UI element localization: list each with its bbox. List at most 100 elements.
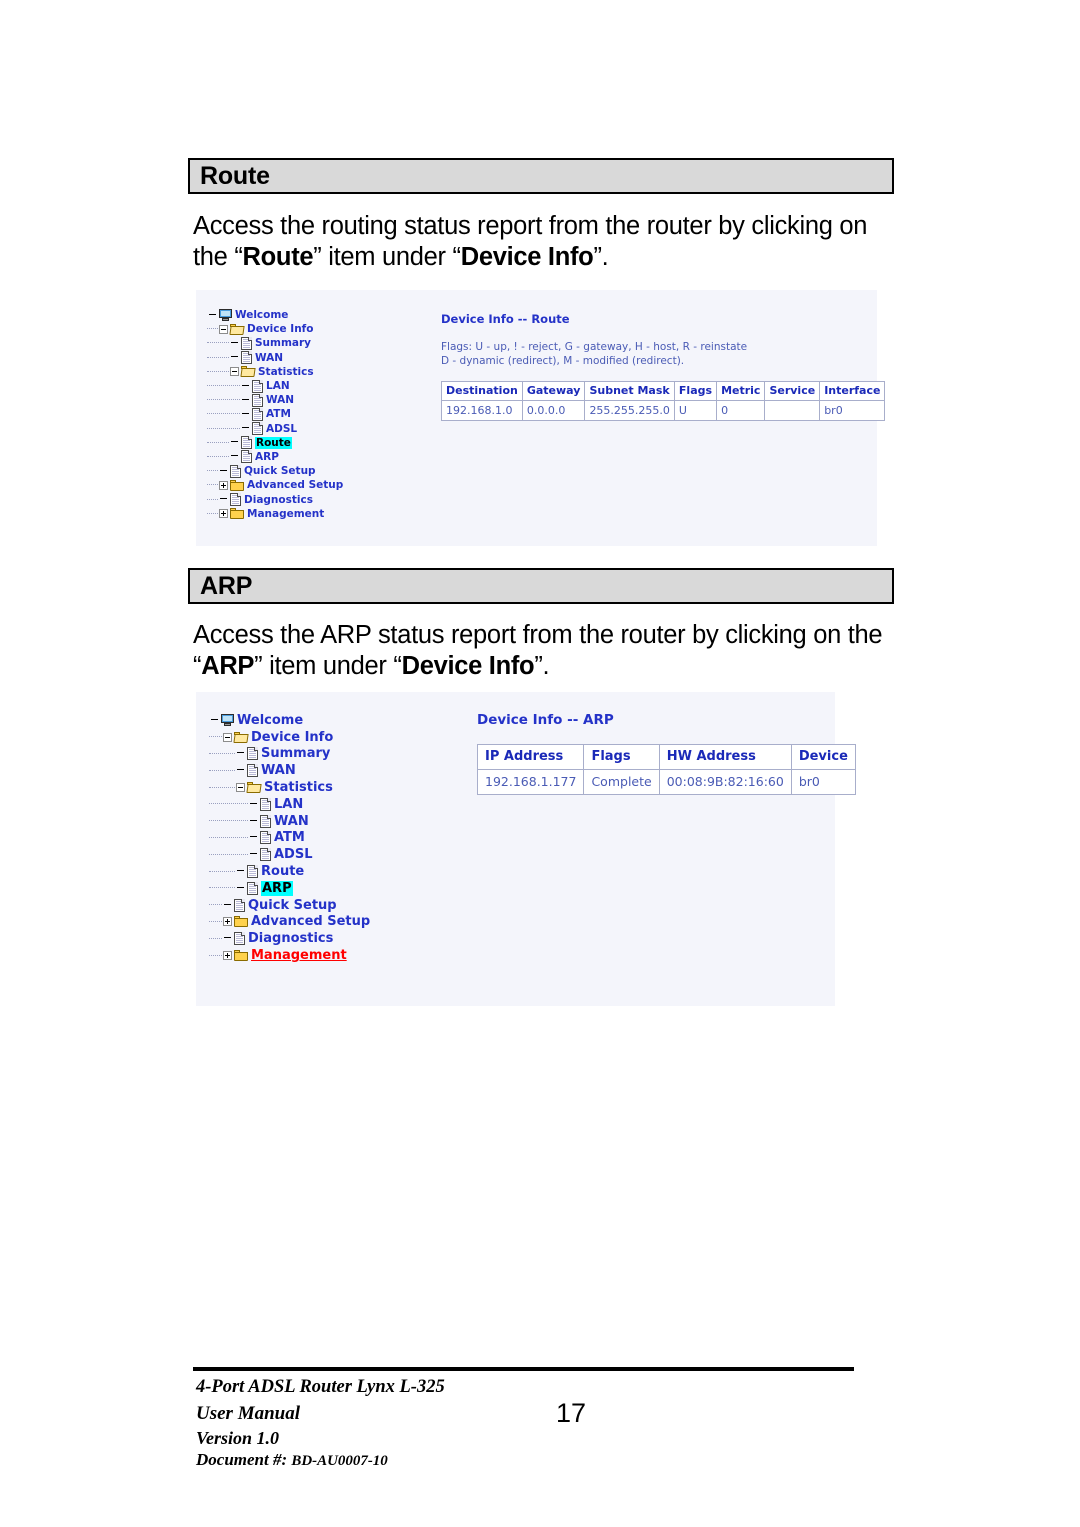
tree-item-label[interactable]: Device Info xyxy=(251,730,333,745)
tree-spacer xyxy=(230,353,239,362)
tree-spacer xyxy=(249,850,258,859)
tree-item-lan[interactable]: LAN xyxy=(209,796,370,813)
tree-item-label[interactable]: Route xyxy=(261,864,304,879)
tree-item-label[interactable]: WAN xyxy=(255,352,283,364)
tree-item-label[interactable]: Quick Setup xyxy=(248,898,337,913)
tree-item-quick-setup[interactable]: Quick Setup xyxy=(207,464,343,478)
tree-spacer xyxy=(249,833,258,842)
tree-item-welcome[interactable]: Welcome xyxy=(207,308,343,322)
tree-item-management[interactable]: Management xyxy=(207,507,343,521)
tree-item-label[interactable]: LAN xyxy=(266,380,290,392)
page-icon xyxy=(241,450,252,464)
tree-item-welcome[interactable]: Welcome xyxy=(209,712,370,729)
folder-open-icon xyxy=(240,366,256,378)
navigation-tree-arp[interactable]: Welcome Device Info Summary WAN Statistics LA… xyxy=(209,712,370,964)
tree-item-label[interactable]: WAN xyxy=(274,814,309,829)
tree-item-label[interactable]: Device Info xyxy=(247,323,313,335)
paragraph-bold-route: Route xyxy=(242,243,314,271)
expand-icon[interactable] xyxy=(219,480,228,490)
tree-item-label[interactable]: Welcome xyxy=(235,309,288,321)
tree-indent xyxy=(209,954,222,957)
tree-item-label[interactable]: Advanced Setup xyxy=(251,914,370,929)
collapse-icon[interactable] xyxy=(236,783,245,793)
tree-item-label[interactable]: Management xyxy=(251,948,347,963)
tree-item-statistics[interactable]: Statistics xyxy=(207,365,343,379)
tree-item-route[interactable]: Route xyxy=(209,863,370,880)
tree-item-device-info[interactable]: Device Info xyxy=(207,322,343,336)
tree-item-label[interactable]: Quick Setup xyxy=(244,465,316,477)
tree-item-label[interactable]: Statistics xyxy=(258,366,314,378)
expand-icon[interactable] xyxy=(223,917,232,927)
tree-item-label[interactable]: Welcome xyxy=(237,713,303,728)
tree-item-quick-setup[interactable]: Quick Setup xyxy=(209,897,370,914)
tree-item-arp[interactable]: ARP xyxy=(207,450,343,464)
column-header: Gateway xyxy=(521,381,586,401)
tree-item-summary[interactable]: Summary xyxy=(209,746,370,763)
expand-icon[interactable] xyxy=(223,951,232,961)
collapse-icon[interactable] xyxy=(223,732,232,742)
table-body: 192.168.1.0 0.0.0.0 255.255.255.0 U 0 br0 xyxy=(441,400,886,421)
tree-indent xyxy=(207,498,218,501)
tree-item-label[interactable]: WAN xyxy=(266,394,294,406)
navigation-tree-route[interactable]: Welcome Device Info Summary WAN Statistics LA… xyxy=(207,308,343,521)
footer-doc-type: User Manual xyxy=(196,1403,300,1424)
tree-indent xyxy=(209,820,248,822)
tree-item-wan[interactable]: WAN xyxy=(209,813,370,830)
tree-item-wan[interactable]: WAN xyxy=(207,351,343,365)
tree-spacer xyxy=(230,339,239,348)
tree-item-device-info[interactable]: Device Info xyxy=(209,729,370,746)
paragraph-text-post: ”. xyxy=(534,652,550,680)
tree-item-label[interactable]: ARP xyxy=(255,451,279,463)
tree-item-label[interactable]: Summary xyxy=(261,746,330,761)
tree-item-label[interactable]: Management xyxy=(247,508,324,520)
tree-item-label[interactable]: Diagnostics xyxy=(248,931,333,946)
table-row: 192.168.1.177 Complete 00:08:9B:82:16:60 br… xyxy=(476,769,856,795)
tree-item-advanced-setup[interactable]: Advanced Setup xyxy=(207,478,343,492)
tree-item-label[interactable]: ATM xyxy=(274,830,305,845)
page-icon xyxy=(252,393,263,407)
tree-item-adsl[interactable]: ADSL xyxy=(207,422,343,436)
tree-item-diagnostics[interactable]: Diagnostics xyxy=(207,492,343,507)
flags-legend: Flags: U - up, ! - reject, G - gateway, … xyxy=(441,340,885,368)
tree-item-label[interactable]: ATM xyxy=(266,408,291,420)
folder-open-icon xyxy=(233,731,249,743)
tree-item-management[interactable]: Management xyxy=(209,947,370,964)
expand-icon[interactable] xyxy=(219,509,228,519)
tree-item-adsl[interactable]: ADSL xyxy=(209,846,370,863)
table-row: 192.168.1.0 0.0.0.0 255.255.255.0 U 0 br0 xyxy=(441,400,886,421)
tree-item-wan[interactable]: WAN xyxy=(207,393,343,407)
tree-item-label[interactable]: ADSL xyxy=(274,847,313,862)
tree-item-label[interactable]: ADSL xyxy=(266,423,297,435)
flags-legend-line-1: Flags: U - up, ! - reject, G - gateway, … xyxy=(441,341,748,353)
tree-item-arp[interactable]: ARP xyxy=(209,880,370,897)
tree-indent xyxy=(209,920,222,923)
tree-item-diagnostics[interactable]: Diagnostics xyxy=(209,930,370,947)
tree-item-label[interactable]: ARP xyxy=(261,880,293,896)
tree-item-summary[interactable]: Summary xyxy=(207,336,343,350)
collapse-icon[interactable] xyxy=(219,324,228,334)
tree-item-atm[interactable]: ATM xyxy=(209,830,370,847)
tree-item-wan[interactable]: WAN xyxy=(209,762,370,779)
tree-item-label[interactable]: Route xyxy=(255,436,292,449)
tree-item-label[interactable]: Statistics xyxy=(264,780,333,795)
paragraph-text-mid: ” item under “ xyxy=(313,243,461,271)
tree-indent xyxy=(209,887,235,889)
tree-item-label[interactable]: Diagnostics xyxy=(244,494,313,506)
collapse-icon[interactable] xyxy=(230,367,239,377)
tree-item-atm[interactable]: ATM xyxy=(207,407,343,421)
content-pane-arp: Device Info -- ARP IP Address Flags HW Add… xyxy=(476,712,856,795)
tree-item-advanced-setup[interactable]: Advanced Setup xyxy=(209,914,370,931)
content-title-arp: Device Info -- ARP xyxy=(477,712,614,728)
tree-item-label[interactable]: WAN xyxy=(261,763,296,778)
tree-spacer xyxy=(236,867,245,876)
tree-item-route[interactable]: Route xyxy=(207,436,343,450)
table-cell: 255.255.255.0 xyxy=(584,400,675,421)
tree-item-lan[interactable]: LAN xyxy=(207,379,343,393)
section-title-arp: ARP xyxy=(200,571,253,600)
tree-spacer xyxy=(241,410,250,419)
page-icon xyxy=(241,336,252,350)
tree-item-label[interactable]: LAN xyxy=(274,797,303,812)
tree-item-label[interactable]: Summary xyxy=(255,337,311,349)
tree-item-statistics[interactable]: Statistics xyxy=(209,779,370,796)
tree-item-label[interactable]: Advanced Setup xyxy=(247,479,343,491)
